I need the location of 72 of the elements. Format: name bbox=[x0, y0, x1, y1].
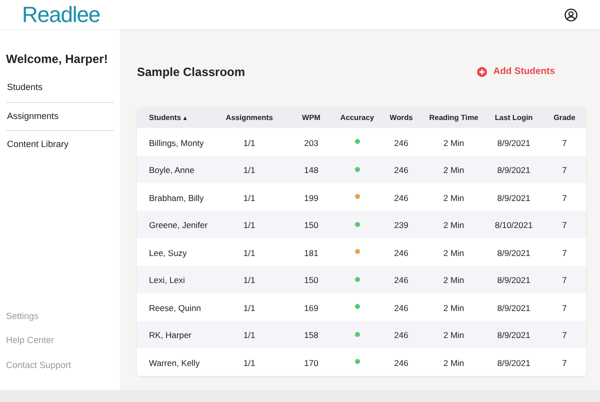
table-cell: 246 bbox=[394, 275, 408, 286]
table-cell: 246 bbox=[394, 138, 408, 148]
welcome-heading: Welcome, Harper! bbox=[6, 51, 109, 68]
table-cell: 8/9/2021 bbox=[497, 192, 530, 203]
page-title: Sample Classroom bbox=[137, 64, 246, 81]
table-cell: 1/1 bbox=[243, 220, 256, 230]
table-cell: RK, Harper bbox=[149, 330, 192, 340]
table-cell: 2 Min bbox=[443, 220, 464, 230]
table-cell: 246 bbox=[394, 358, 408, 368]
table-cell: Greene, Jenifer bbox=[149, 220, 208, 230]
table-cell: 7 bbox=[562, 330, 567, 340]
table-cell: 8/9/2021 bbox=[497, 358, 530, 368]
table-cell: 7 bbox=[562, 165, 567, 176]
table-cell: 246 bbox=[394, 302, 408, 313]
table-cell: 203 bbox=[304, 138, 318, 148]
table-cell: Billings, Monty bbox=[149, 138, 204, 148]
table-cell: 2 Min bbox=[443, 275, 464, 286]
logo[interactable]: Readlee bbox=[22, 4, 100, 26]
table-cell: 2 Min bbox=[443, 302, 464, 313]
table-cell: 169 bbox=[304, 302, 318, 313]
sidebar-link[interactable]: Content Library bbox=[6, 131, 114, 158]
table-cell: 1/1 bbox=[243, 248, 256, 258]
table-cell: 2 Min bbox=[443, 330, 464, 340]
table-cell: 150 bbox=[304, 275, 318, 286]
table-cell: 8/9/2021 bbox=[497, 302, 530, 313]
add-students-button[interactable]: Add Students bbox=[477, 64, 555, 80]
account-icon[interactable] bbox=[564, 8, 578, 22]
table-cell: Warren, Kelly bbox=[149, 358, 200, 368]
table-cell: 2 Min bbox=[443, 248, 464, 258]
table-cell: 150 bbox=[304, 220, 318, 230]
table-cell: 2 Min bbox=[443, 358, 464, 368]
table-cell: 1/1 bbox=[243, 358, 256, 368]
table-cell: 246 bbox=[394, 192, 408, 203]
table-cell: 7 bbox=[562, 275, 567, 286]
table-cell: 8/9/2021 bbox=[497, 165, 530, 176]
table-cell: 7 bbox=[562, 248, 567, 258]
table-cell: 148 bbox=[304, 165, 318, 176]
table-cell: 1/1 bbox=[243, 330, 256, 340]
table-cell: 1/1 bbox=[243, 275, 256, 286]
table-cell: 8/10/2021 bbox=[494, 220, 533, 230]
table-cell: 8/9/2021 bbox=[497, 275, 530, 286]
table-cell: 7 bbox=[562, 220, 567, 230]
table-cell: Boyle, Anne bbox=[149, 165, 194, 176]
table-cell: 2 Min bbox=[443, 138, 464, 148]
table-cell: Brabham, Billy bbox=[149, 192, 204, 203]
sidebar-link[interactable]: Assignments bbox=[6, 102, 114, 131]
table-cell: Lee, Suzy bbox=[149, 248, 187, 258]
table-cell: 2 Min bbox=[443, 165, 464, 176]
table-cell: 170 bbox=[304, 358, 318, 368]
plus-circle-icon bbox=[477, 67, 488, 77]
table-cell: 8/9/2021 bbox=[497, 138, 530, 148]
table-cell: 246 bbox=[394, 248, 408, 258]
table-cell: 8/9/2021 bbox=[497, 248, 530, 258]
table-cell: 7 bbox=[562, 358, 567, 368]
table-cell: 246 bbox=[394, 165, 408, 176]
table-cell: 7 bbox=[562, 192, 567, 203]
table-cell: 2 Min bbox=[443, 192, 464, 203]
table-cell: 1/1 bbox=[243, 302, 256, 313]
table-cell: 246 bbox=[394, 330, 408, 340]
table-cell: 1/1 bbox=[243, 138, 256, 148]
table-cell: Lexi, Lexi bbox=[149, 275, 185, 286]
table-cell: 1/1 bbox=[243, 192, 256, 203]
table-cell: 199 bbox=[304, 192, 318, 203]
table-cell: Reese, Quinn bbox=[149, 302, 201, 313]
table-cell: 7 bbox=[562, 138, 567, 148]
table-cell: 181 bbox=[304, 248, 318, 258]
sidebar-link[interactable]: Students bbox=[6, 74, 114, 102]
table-cell: 7 bbox=[562, 302, 567, 313]
table-cell: 239 bbox=[394, 220, 408, 230]
table-cell: 8/9/2021 bbox=[497, 330, 530, 340]
table-cell: 1/1 bbox=[243, 165, 256, 176]
table-cell: 158 bbox=[304, 330, 318, 340]
